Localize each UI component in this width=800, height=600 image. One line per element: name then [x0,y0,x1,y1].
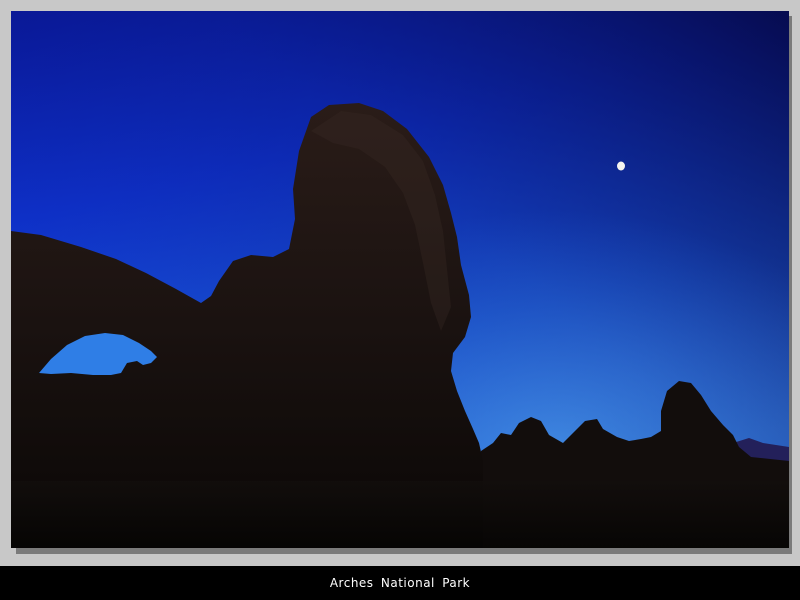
page: Arches National Park [0,0,800,600]
photo-canvas [11,11,789,548]
landscape-photo [11,11,789,548]
photo-caption: Arches National Park [329,576,471,590]
caption-bar: Arches National Park [0,566,800,600]
moon [617,161,625,171]
photo-frame [0,0,800,566]
foreground-ground [11,481,789,548]
